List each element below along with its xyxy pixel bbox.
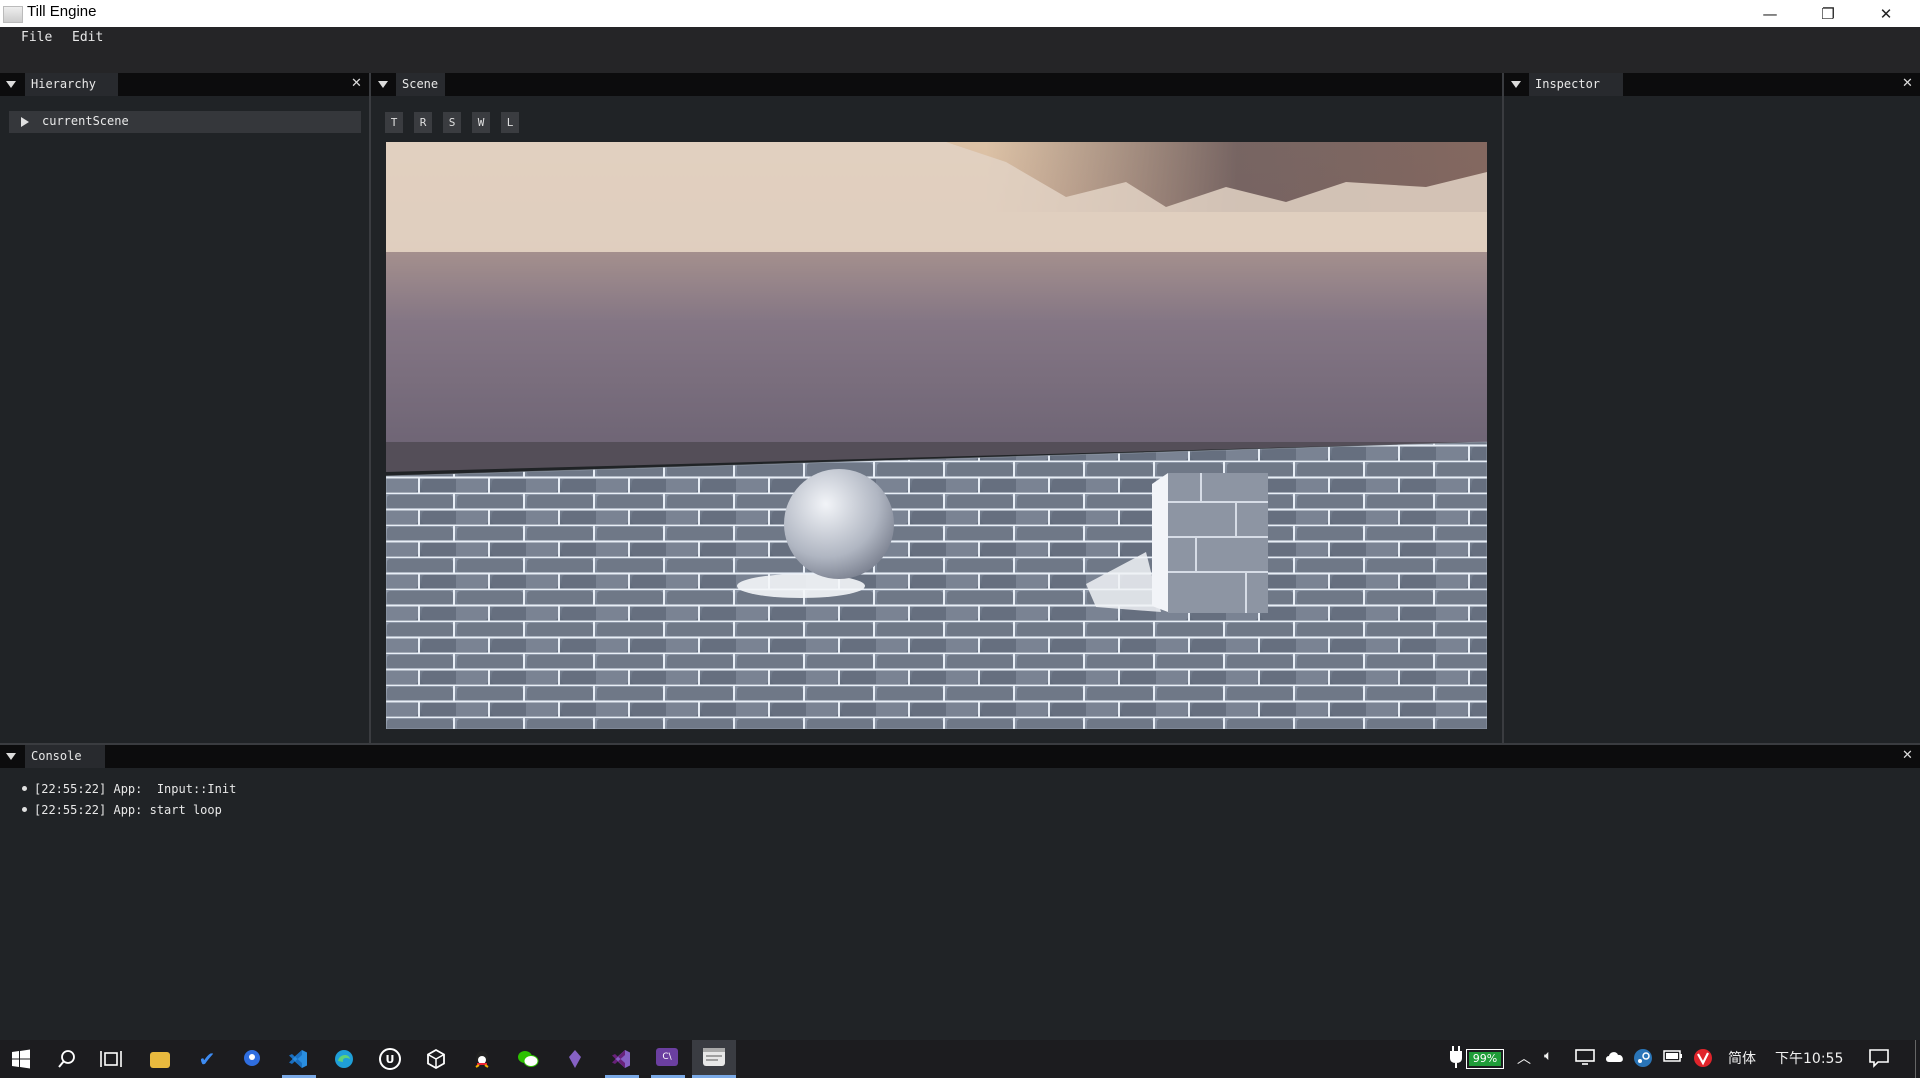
collapse-triangle-icon[interactable] [1511,81,1521,88]
minimize-button[interactable]: — [1741,0,1799,27]
collapse-triangle-icon[interactable] [6,81,16,88]
bullet-icon [22,786,27,791]
close-hierarchy-icon[interactable]: ✕ [351,76,362,91]
console-line-text: [22:55:22] App: Input::Init [34,782,237,796]
hierarchy-panel [0,73,369,743]
app-icon [3,6,23,23]
file-explorer-icon[interactable] [150,1052,170,1068]
maps-icon[interactable] [241,1048,263,1070]
till-engine-icon[interactable] [703,1048,725,1066]
start-icon[interactable] [10,1048,32,1070]
tab-hierarchy[interactable]: Hierarchy [25,73,118,96]
menu-file[interactable]: File [21,30,52,45]
tree-item-label: currentScene [42,114,129,128]
title-bar: Till Engine — ❐ ✕ [0,0,1920,27]
unreal-engine-icon[interactable]: U [379,1048,401,1070]
search-icon[interactable] [56,1048,78,1070]
qq-icon[interactable] [471,1048,493,1070]
console-line: [22:55:22] App: start loop [22,803,222,817]
show-hidden-icons-icon[interactable]: ︿ [1517,1048,1531,1068]
window-title: Till Engine [27,3,97,20]
scene-render [386,142,1487,729]
inspector-panel [1504,73,1920,743]
volume-icon[interactable]: 🔈︎ [1544,1048,1552,1064]
wechat-icon[interactable] [517,1048,539,1070]
console-line: [22:55:22] App: Input::Init [22,782,236,796]
todo-icon[interactable]: ✔ [196,1047,218,1071]
collapse-triangle-icon[interactable] [6,753,16,760]
steam-icon[interactable] [1633,1048,1653,1072]
tab-inspector[interactable]: Inspector [1529,73,1623,96]
console-line-text: [22:55:22] App: start loop [34,803,222,817]
collapse-triangle-icon[interactable] [378,81,388,88]
battery-indicator[interactable]: 99% [1466,1049,1504,1069]
show-desktop-button[interactable] [1915,1040,1916,1078]
tool-scale-button[interactable]: S [443,112,461,133]
battery-level: 99% [1469,1052,1501,1066]
edge-icon[interactable] [333,1048,355,1070]
notification-icon[interactable] [1868,1048,1890,1072]
menu-edit[interactable]: Edit [72,30,103,45]
restore-button[interactable]: ❐ [1799,0,1857,27]
onedrive-icon[interactable] [1604,1048,1626,1068]
inspector-header: Inspector ✕ [1504,73,1920,96]
expand-arrow-icon[interactable] [21,117,29,127]
visual-studio-icon[interactable] [610,1048,632,1070]
tab-console[interactable]: Console [25,745,105,768]
clock[interactable]: 下午10:55 [1775,1048,1843,1068]
console-header: Console ✕ [0,745,1920,768]
bullet-icon [22,807,27,812]
menu-bar [0,27,1920,73]
ime-indicator[interactable]: 简体 [1728,1048,1756,1068]
battery-tray-icon[interactable] [1663,1048,1683,1068]
close-window-button[interactable]: ✕ [1857,0,1915,27]
scene-header: Scene [371,73,1502,96]
unity-icon[interactable] [425,1048,447,1070]
power-plug-icon[interactable] [1449,1046,1463,1072]
tab-scene[interactable]: Scene [396,73,445,96]
tool-local-button[interactable]: L [501,112,519,133]
console-panel [0,745,1920,1040]
task-view-icon[interactable] [100,1048,122,1070]
close-console-icon[interactable]: ✕ [1902,748,1913,763]
network-icon[interactable] [1575,1048,1595,1070]
clion-icon[interactable]: C\ [656,1048,678,1066]
tool-rotate-button[interactable]: R [414,112,432,133]
antivirus-icon[interactable] [1693,1048,1713,1072]
close-inspector-icon[interactable]: ✕ [1902,76,1913,91]
vscode-icon[interactable] [287,1048,309,1070]
tool-world-button[interactable]: W [472,112,490,133]
hierarchy-header: Hierarchy ✕ [0,73,369,96]
tool-translate-button[interactable]: T [385,112,403,133]
tree-item-currentscene[interactable]: currentScene [9,111,361,133]
visual-studio-preview-icon[interactable] [564,1048,586,1070]
scene-viewport[interactable] [386,142,1487,729]
